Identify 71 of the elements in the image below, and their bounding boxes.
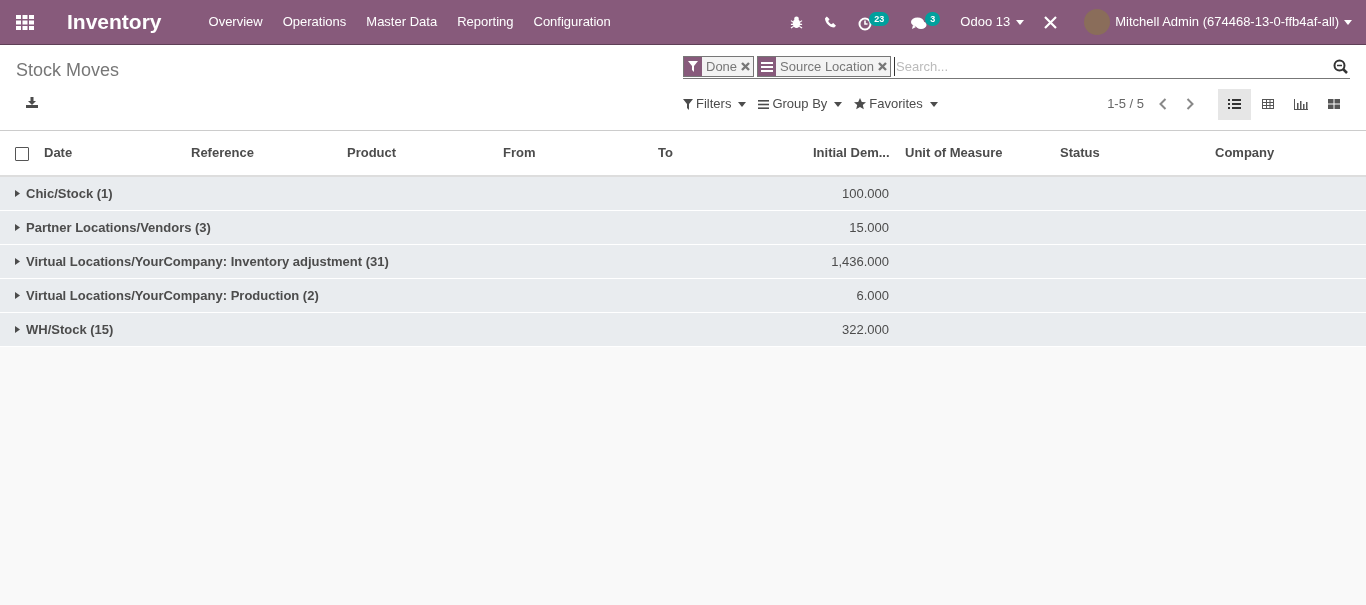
caret-icon	[15, 223, 20, 231]
star-icon[interactable]	[854, 98, 867, 110]
activity-count-badge: 23	[869, 12, 890, 26]
menu-item[interactable]: Configuration	[533, 12, 611, 32]
column-header[interactable]: Company	[1207, 131, 1366, 176]
column-header[interactable]: Reference	[183, 131, 339, 176]
caret-icon	[15, 190, 20, 198]
tools-icon[interactable]	[1044, 15, 1058, 29]
caret-icon[interactable]	[929, 101, 938, 107]
app-name: Inventory	[67, 9, 162, 36]
list-icon	[758, 57, 777, 76]
caret-icon[interactable]	[738, 101, 747, 107]
column-header[interactable]: Product	[339, 131, 495, 176]
user-menu[interactable]: Mitchell Admin (674468-13-0-ffb4af-all)	[1084, 9, 1352, 35]
next-icon[interactable]	[1186, 98, 1194, 110]
search-menu-button[interactable]: Favorites	[854, 94, 938, 114]
list-icon[interactable]	[1228, 99, 1241, 109]
apps-menu-icon[interactable]	[16, 14, 34, 30]
group-total: 6.000	[856, 287, 889, 303]
group-row[interactable]: WH/Stock (15)	[15, 319, 114, 340]
filter-icon	[684, 57, 702, 76]
database-selector[interactable]: Odoo 13	[960, 12, 1025, 32]
search-menu-button[interactable]: Filters	[683, 94, 747, 114]
filter-icon[interactable]	[683, 98, 693, 110]
group-row[interactable]: Virtual Locations/YourCompany: Production (2)	[15, 285, 319, 306]
column-header[interactable]: Initial Dem...	[805, 131, 897, 176]
search-facet[interactable]: Source Location	[757, 56, 892, 77]
table-icon[interactable]	[1261, 99, 1274, 109]
download-icon[interactable]	[26, 97, 38, 108]
grid-icon[interactable]	[1327, 99, 1340, 109]
search-facet[interactable]: Done	[683, 56, 755, 77]
group-row[interactable]: Virtual Locations/YourCompany: Inventory adjustment (31)	[15, 251, 389, 272]
remove-icon[interactable]	[878, 62, 888, 71]
column-header[interactable]: To	[650, 131, 805, 176]
column-header[interactable]: Unit of Measure	[897, 131, 1052, 176]
group-row[interactable]: Partner Locations/Vendors (3)	[15, 217, 211, 238]
clock-icon[interactable]	[858, 17, 873, 31]
remove-icon[interactable]	[741, 62, 751, 71]
caret-icon[interactable]	[1016, 19, 1025, 25]
select-all-checkbox[interactable]	[15, 146, 29, 161]
chat-icon[interactable]	[911, 17, 928, 30]
menu-item[interactable]: Master Data	[366, 12, 438, 32]
list-view-button[interactable]	[1218, 88, 1251, 120]
column-header[interactable]: Date	[36, 131, 183, 176]
menu-item[interactable]: Reporting	[457, 12, 514, 32]
bar-chart-icon[interactable]	[1293, 98, 1308, 110]
column-header[interactable]: Status	[1052, 131, 1207, 176]
message-count-badge: 3	[925, 12, 941, 26]
search-icon[interactable]	[1333, 59, 1348, 74]
group-total: 100.000	[842, 186, 889, 201]
menu-item[interactable]: Operations	[282, 12, 347, 32]
caret-icon	[15, 291, 20, 299]
menu-item[interactable]: Overview	[208, 12, 263, 32]
avatar-placeholder	[1084, 9, 1111, 35]
caret-icon	[15, 257, 20, 265]
search-field[interactable]: Search...	[894, 56, 1333, 77]
group-total: 322.000	[842, 321, 889, 337]
list-icon[interactable]	[758, 99, 770, 109]
bug-icon[interactable]	[790, 15, 804, 29]
previous-icon[interactable]	[1159, 98, 1167, 110]
column-header[interactable]: From	[495, 131, 650, 176]
pager-value[interactable]: 1-5 / 5	[1107, 94, 1144, 114]
group-total: 1,436.000	[831, 253, 889, 269]
caret-icon	[15, 325, 20, 333]
group-total: 15.000	[849, 219, 889, 235]
phone-icon[interactable]	[825, 16, 837, 28]
caret-icon[interactable]	[1344, 19, 1352, 25]
group-row[interactable]: Chic/Stock (1)	[15, 183, 113, 204]
page-title: Stock Moves	[16, 59, 121, 82]
search-menu-button[interactable]: Group By	[758, 94, 843, 114]
caret-icon[interactable]	[834, 101, 843, 107]
